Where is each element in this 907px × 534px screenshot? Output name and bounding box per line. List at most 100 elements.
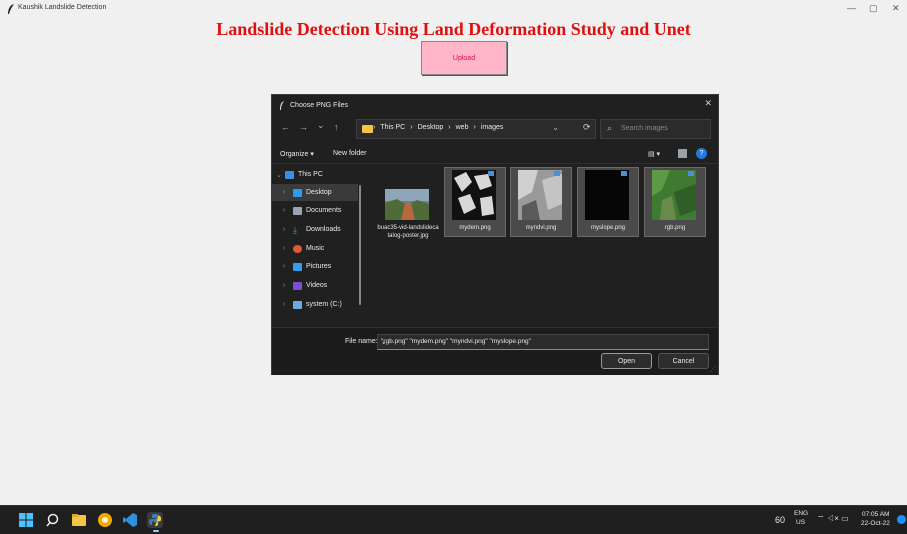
search-input[interactable]: ⌕ Search images bbox=[600, 119, 711, 139]
close-button[interactable]: ✕ bbox=[892, 3, 900, 14]
maximize-button[interactable]: ▢ bbox=[869, 3, 878, 14]
file-name-label: File name: bbox=[345, 338, 378, 345]
breadcrumb-images[interactable]: images bbox=[481, 124, 504, 131]
tree-item-downloads[interactable]: › ⤓ Downloads bbox=[272, 221, 358, 238]
breadcrumb-separator: › bbox=[373, 124, 376, 131]
keyboard-region: US bbox=[796, 519, 806, 526]
forward-button[interactable]: → bbox=[299, 122, 308, 132]
feather-icon bbox=[8, 4, 14, 14]
file-name: myslope.png bbox=[590, 225, 626, 231]
dialog-toolbar: Organize ▾ New folder ▤ ▾ ? bbox=[272, 146, 718, 164]
file-name: rgb.png bbox=[664, 225, 686, 231]
help-icon[interactable]: ? bbox=[696, 148, 707, 159]
up-button[interactable]: ↑ bbox=[334, 122, 339, 132]
chevron-right-icon[interactable]: › bbox=[283, 226, 285, 233]
chevron-right-icon[interactable]: › bbox=[283, 189, 285, 196]
search-icon[interactable] bbox=[45, 512, 61, 528]
chevron-right-icon[interactable]: › bbox=[283, 263, 285, 270]
tree-item-this-pc[interactable]: ⌄ This PC bbox=[272, 166, 358, 183]
taskbar: 60 ENG US ⌔ ◁× ▭ 07:05 AM 22-Oct-22 bbox=[0, 505, 907, 534]
chevron-down-icon[interactable]: ⌄ bbox=[276, 171, 282, 179]
tree-item-pictures[interactable]: › Pictures bbox=[272, 258, 358, 275]
videos-icon bbox=[293, 281, 302, 290]
chrome-canary-icon[interactable] bbox=[97, 512, 113, 528]
file-name: buac35-vid-landslidecatalog-poster.jpg bbox=[377, 225, 439, 239]
chevron-right-icon[interactable]: › bbox=[283, 301, 285, 308]
open-button[interactable]: Open bbox=[601, 353, 652, 369]
file-list: buac35-vid-landslidecatalog-poster.jpg m… bbox=[369, 167, 718, 327]
minimize-button[interactable]: — bbox=[847, 3, 856, 13]
navigation-pane: ⌄ This PC › Desktop › Documents › ⤓ Down… bbox=[272, 165, 362, 327]
dialog-footer: File name: "rgb.png" "mydem.png" "myndvi… bbox=[272, 327, 718, 375]
address-bar[interactable]: › This PC › Desktop › web › images ⌄ bbox=[356, 119, 596, 139]
active-app-indicator bbox=[153, 530, 159, 532]
tree-item-videos[interactable]: › Videos bbox=[272, 277, 358, 294]
search-placeholder: Search images bbox=[621, 125, 668, 132]
tree-item-music[interactable]: › Music bbox=[272, 240, 358, 257]
breadcrumb-separator: › bbox=[448, 124, 451, 131]
language-indicator[interactable]: ENG bbox=[794, 510, 808, 517]
tree-item-label: Videos bbox=[306, 282, 328, 289]
tree-item-desktop[interactable]: › Desktop bbox=[272, 184, 358, 201]
tree-item-label: Downloads bbox=[306, 226, 341, 233]
landslide-photo-thumbnail bbox=[385, 189, 429, 220]
preview-pane-icon[interactable] bbox=[678, 149, 687, 158]
chevron-right-icon[interactable]: › bbox=[283, 207, 285, 214]
breadcrumb-desktop[interactable]: Desktop bbox=[418, 124, 444, 131]
tree-item-label: Desktop bbox=[306, 189, 332, 196]
documents-icon bbox=[293, 206, 302, 215]
new-folder-button[interactable]: New folder bbox=[333, 150, 366, 157]
clock-time[interactable]: 07:05 AM bbox=[862, 511, 889, 518]
file-dialog: Choose PNG Files ✕ ← → ⌄ ↑ › This PC › D… bbox=[271, 94, 719, 375]
feather-icon bbox=[280, 100, 284, 110]
page-heading: Landslide Detection Using Land Deformati… bbox=[216, 19, 691, 39]
recent-locations-button[interactable]: ⌄ bbox=[317, 120, 325, 131]
clock-date[interactable]: 22-Oct-22 bbox=[861, 520, 890, 527]
organize-menu[interactable]: Organize ▾ bbox=[280, 150, 314, 158]
nav-scrollbar[interactable] bbox=[359, 185, 361, 305]
desktop-icon bbox=[293, 188, 302, 197]
dialog-title: Choose PNG Files bbox=[290, 101, 348, 109]
file-name-input[interactable]: "rgb.png" "mydem.png" "myndvi.png" "mysl… bbox=[377, 334, 709, 350]
network-volume-battery-icons[interactable]: ⌔ ◁× ▭ bbox=[817, 514, 849, 524]
back-button[interactable]: ← bbox=[281, 122, 290, 132]
ndvi-image-thumbnail bbox=[518, 170, 562, 220]
tree-item-label: Pictures bbox=[306, 263, 332, 270]
refresh-button[interactable]: ⟳ bbox=[583, 122, 591, 133]
file-name: myndvi.png bbox=[525, 225, 557, 231]
file-name: mydem.png bbox=[459, 225, 491, 231]
tree-item-documents[interactable]: › Documents bbox=[272, 202, 358, 219]
app-titlebar: Kaushik Landslide Detection — ▢ ✕ bbox=[0, 0, 907, 18]
divider bbox=[272, 163, 718, 164]
search-icon: ⌕ bbox=[607, 123, 613, 133]
dialog-close-button[interactable]: ✕ bbox=[704, 98, 712, 109]
slope-image-thumbnail bbox=[585, 170, 629, 220]
tree-item-label: Music bbox=[306, 245, 325, 252]
upload-button[interactable]: Upload bbox=[421, 41, 507, 75]
windows-start-icon[interactable] bbox=[18, 512, 34, 528]
tree-item-system-c[interactable]: › system (C:) bbox=[272, 296, 358, 313]
breadcrumb: › This PC › Desktop › web › images bbox=[373, 124, 504, 131]
chevron-down-icon[interactable]: ⌄ bbox=[552, 123, 559, 132]
cancel-button[interactable]: Cancel bbox=[658, 353, 709, 369]
dem-image-thumbnail bbox=[452, 170, 496, 220]
resize-grip-icon[interactable]: ⋰ bbox=[710, 366, 716, 373]
breadcrumb-separator: › bbox=[410, 124, 413, 131]
weather-widget[interactable]: 60 bbox=[775, 515, 785, 525]
vscode-icon[interactable] bbox=[122, 512, 138, 528]
app-title: Kaushik Landslide Detection bbox=[18, 4, 107, 11]
rgb-image-thumbnail bbox=[652, 170, 696, 220]
breadcrumb-this-pc[interactable]: This PC bbox=[380, 124, 405, 131]
breadcrumb-web[interactable]: web bbox=[456, 124, 469, 131]
tree-item-label: system (C:) bbox=[306, 301, 342, 308]
dialog-titlebar: Choose PNG Files bbox=[279, 99, 348, 111]
notification-icon[interactable] bbox=[897, 515, 906, 524]
chevron-right-icon[interactable]: › bbox=[283, 245, 285, 252]
chevron-down-icon[interactable]: ⌄ bbox=[381, 338, 704, 346]
download-icon: ⤓ bbox=[293, 224, 297, 235]
python-app-icon[interactable] bbox=[147, 512, 163, 528]
file-explorer-icon[interactable] bbox=[71, 512, 87, 528]
chevron-right-icon[interactable]: › bbox=[283, 282, 285, 289]
computer-icon bbox=[285, 170, 294, 179]
view-options-button[interactable]: ▤ ▾ bbox=[648, 150, 660, 158]
